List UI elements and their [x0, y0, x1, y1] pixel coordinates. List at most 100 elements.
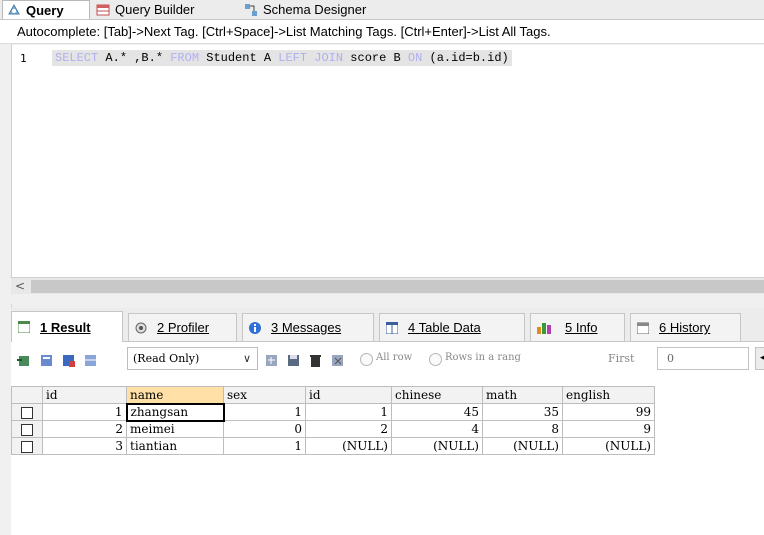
column-header[interactable]: id: [305, 386, 392, 404]
table-cell[interactable]: tiantian: [126, 437, 224, 455]
rows-range-label: Rows in a rang: [445, 352, 521, 363]
table-cell[interactable]: zhangsan: [125, 402, 225, 422]
table-row[interactable]: 1 zhangsan 1 1 45 35 99: [11, 402, 655, 422]
tab-info[interactable]: 5 Info: [530, 313, 625, 341]
table-cell[interactable]: 99: [562, 403, 655, 421]
rows-range-radio[interactable]: [429, 353, 442, 366]
sql-part: score B: [343, 51, 408, 65]
mode-select[interactable]: (Read Only) ∨: [127, 347, 258, 370]
first-label: First: [608, 352, 635, 365]
table-cell[interactable]: 0: [223, 420, 306, 438]
table-cell[interactable]: 1: [42, 403, 127, 421]
result-grid: id name sex id chinese math english 1 zh…: [11, 378, 764, 535]
table-cell[interactable]: (NULL): [391, 437, 483, 455]
table-cell[interactable]: 2: [42, 420, 127, 438]
autocomplete-hint: Autocomplete: [Tab]->Next Tag. [Ctrl+Spa…: [0, 20, 764, 44]
row-checkbox[interactable]: [21, 440, 33, 453]
tab-history[interactable]: 6 History: [630, 313, 741, 341]
table-cell[interactable]: 1: [223, 403, 306, 421]
tab-info-label: 5 Info: [565, 320, 598, 335]
table-cell[interactable]: 4: [391, 420, 483, 438]
keyword-join: JOIN: [314, 51, 344, 65]
calendar-icon: [636, 322, 650, 334]
row-checkbox[interactable]: [21, 423, 33, 436]
table-cell[interactable]: 8: [482, 420, 563, 438]
row-checkbox-cell[interactable]: [11, 403, 43, 421]
grid-view-icon[interactable]: [84, 354, 97, 367]
table-cell[interactable]: 45: [391, 403, 483, 421]
tab-profiler-label: 2 Profiler: [157, 320, 210, 335]
tab-query[interactable]: Query: [2, 0, 90, 19]
tab-query-builder[interactable]: Query Builder: [92, 0, 234, 19]
export-icon[interactable]: [17, 354, 30, 367]
tab-result[interactable]: 1 Result: [11, 311, 123, 342]
table-cell[interactable]: 1: [223, 437, 306, 455]
tab-result-label: 1 Result: [40, 319, 91, 335]
table-cell[interactable]: 1: [305, 403, 392, 421]
table-cell[interactable]: 9: [562, 420, 655, 438]
table-cell[interactable]: meimei: [126, 420, 224, 438]
tab-history-label: 6 History: [659, 320, 711, 335]
table-row[interactable]: 2 meimei 0 2 4 8 9: [11, 420, 655, 438]
sql-statement[interactable]: SELECT A.* ,B.* FROM Student A LEFT JOIN…: [52, 50, 512, 66]
tab-query-builder-label: Query Builder: [115, 2, 195, 17]
info-bars-icon: [537, 322, 555, 334]
column-header[interactable]: math: [482, 386, 563, 404]
row-checkbox-cell[interactable]: [11, 437, 43, 455]
prev-page-button[interactable]: ◀: [755, 347, 764, 370]
line-number: 1: [20, 52, 27, 65]
add-row-icon[interactable]: [265, 354, 278, 367]
result-grid-icon: [17, 320, 31, 334]
select-all-header[interactable]: [11, 386, 43, 404]
first-row-input[interactable]: 0: [657, 347, 749, 370]
chevron-down-icon: ∨: [242, 352, 251, 365]
save-icon[interactable]: [287, 354, 300, 367]
pane-splitter[interactable]: [11, 294, 764, 304]
column-header[interactable]: id: [42, 386, 127, 404]
table-cell[interactable]: (NULL): [305, 437, 392, 455]
column-header[interactable]: sex: [223, 386, 306, 404]
tab-query-label: Query: [26, 2, 64, 18]
info-icon: [249, 321, 261, 334]
table-cell[interactable]: (NULL): [482, 437, 563, 455]
table-cell[interactable]: 35: [482, 403, 563, 421]
tab-schema-designer[interactable]: Schema Designer: [240, 0, 400, 19]
table-cell[interactable]: 2: [305, 420, 392, 438]
result-toolbar: (Read Only) ∨ All row Rows in a rang Fir…: [11, 342, 764, 378]
all-rows-label: All row: [376, 352, 413, 363]
column-header[interactable]: name: [126, 386, 224, 404]
schema-designer-icon: [244, 3, 258, 17]
column-header[interactable]: english: [562, 386, 655, 404]
table-icon: [385, 321, 399, 334]
query-builder-icon: [96, 3, 110, 17]
result-tab-bar: 1 Result 2 Profiler 3 Messages 4 Table D…: [11, 308, 764, 342]
row-checkbox-cell[interactable]: [11, 420, 43, 438]
query-icon: [7, 3, 21, 17]
editor-tab-bar: Query Query Builder Schema Designer: [0, 0, 764, 20]
sql-part: A.* ,B.*: [98, 51, 171, 65]
tab-table-data[interactable]: 4 Table Data: [379, 313, 525, 341]
mode-select-value: (Read Only): [133, 352, 200, 365]
cancel-changes-icon[interactable]: [331, 354, 344, 367]
copy-rows-icon[interactable]: [40, 354, 53, 367]
tab-profiler[interactable]: 2 Profiler: [128, 313, 237, 341]
delete-icon[interactable]: [309, 354, 322, 367]
tab-table-data-label: 4 Table Data: [408, 320, 481, 335]
tab-schema-designer-label: Schema Designer: [263, 2, 367, 17]
column-header[interactable]: chinese: [391, 386, 483, 404]
editor-horizontal-scrollbar[interactable]: <: [11, 277, 764, 295]
keyword-from: FROM: [170, 51, 200, 65]
all-rows-radio[interactable]: [360, 353, 373, 366]
sql-editor[interactable]: 1 SELECT A.* ,B.* FROM Student A LEFT JO…: [11, 45, 764, 277]
row-checkbox[interactable]: [21, 406, 33, 419]
scroll-left-arrow[interactable]: <: [15, 278, 25, 295]
table-cell[interactable]: (NULL): [562, 437, 655, 455]
scroll-thumb[interactable]: [31, 280, 764, 293]
paste-rows-icon[interactable]: [62, 354, 75, 367]
table-row[interactable]: 3 tiantian 1 (NULL) (NULL) (NULL) (NULL): [11, 437, 655, 455]
tab-messages-label: 3 Messages: [271, 320, 342, 335]
result-table: id name sex id chinese math english 1 zh…: [11, 386, 655, 455]
table-cell[interactable]: 3: [42, 437, 127, 455]
tab-messages[interactable]: 3 Messages: [242, 313, 374, 341]
sql-part: Student A: [199, 51, 279, 65]
